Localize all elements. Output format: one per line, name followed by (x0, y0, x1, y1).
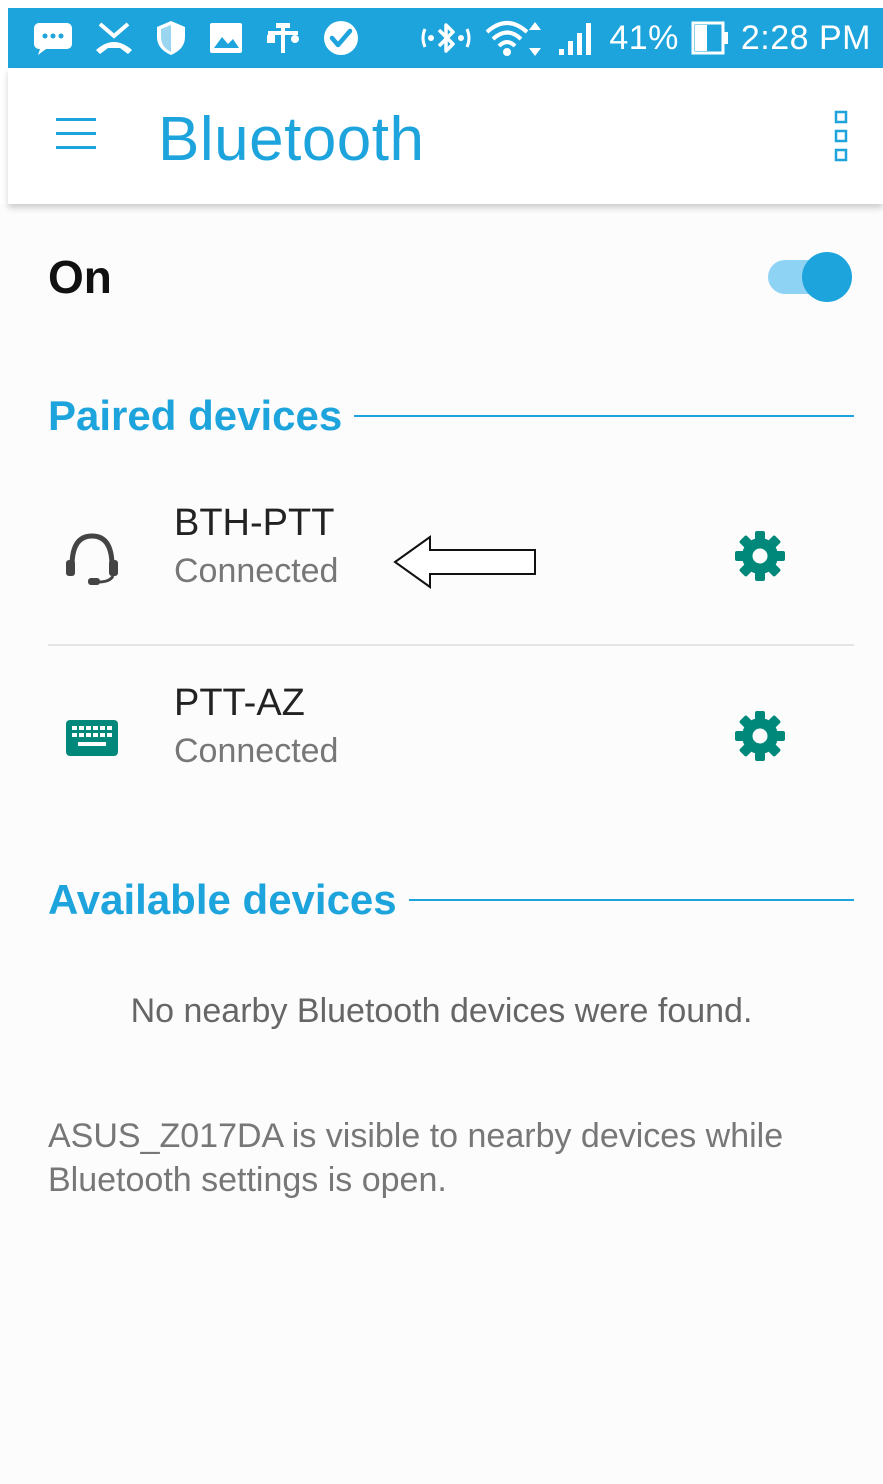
battery-icon (691, 21, 728, 55)
missed-call-icon (96, 22, 132, 54)
signal-icon (559, 23, 592, 55)
no-devices-message: No nearby Bluetooth devices were found. (130, 992, 753, 1030)
check-circle-icon (324, 21, 358, 55)
page-title: Bluetooth (158, 105, 425, 174)
device-status: Connected (174, 552, 339, 590)
device-name: BTH-PTT (174, 502, 335, 544)
headset-icon (66, 533, 118, 585)
available-devices-title: Available devices (48, 876, 397, 923)
bluetooth-state-label: On (48, 251, 112, 303)
visibility-note: ASUS_Z017DA is visible to nearby devices… (48, 1117, 784, 1199)
device-name: PTT-AZ (174, 682, 305, 724)
left-arrow-annotation (393, 535, 536, 589)
wifi-icon (485, 21, 542, 56)
shield-icon (157, 21, 185, 55)
paired-devices-header: Paired devices (48, 392, 854, 440)
device-divider (48, 644, 854, 646)
keyboard-icon (66, 720, 118, 756)
usb-icon (267, 23, 299, 53)
battery-percent: 41% (609, 18, 679, 57)
bluetooth-connected-icon (421, 23, 471, 53)
section-rule (354, 415, 854, 417)
image-icon (210, 23, 242, 53)
gear-icon[interactable] (734, 530, 786, 582)
overflow-menu-icon[interactable] (830, 108, 852, 164)
bluetooth-toggle[interactable] (768, 252, 854, 302)
status-clock: 2:28 PM (740, 18, 871, 57)
toggle-knob (802, 252, 852, 302)
device-status: Connected (174, 732, 339, 770)
settings-content: On Paired devices BTH-PTT Connected PTT-… (0, 204, 883, 1484)
hamburger-menu-icon[interactable] (52, 112, 102, 158)
status-bar: 41% 2:28 PM (8, 8, 883, 68)
paired-device-row[interactable]: PTT-AZ Connected (48, 664, 854, 824)
message-icon (34, 23, 72, 55)
available-devices-header: Available devices (48, 876, 854, 924)
section-rule (408, 899, 854, 901)
paired-devices-title: Paired devices (48, 392, 343, 439)
app-bar: Bluetooth (8, 68, 883, 204)
gear-icon[interactable] (734, 710, 786, 762)
